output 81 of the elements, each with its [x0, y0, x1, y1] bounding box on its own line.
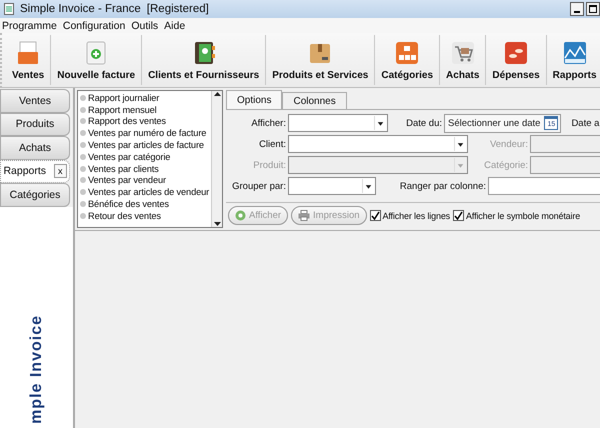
field-label: Date a: [571, 118, 600, 128]
field-label: Client:: [258, 138, 286, 150]
field-label: Date du:: [405, 118, 442, 128]
bullet-icon: [80, 94, 86, 101]
checkbox[interactable]: [370, 210, 381, 221]
scroll-down-icon[interactable]: [214, 221, 220, 227]
side-tab[interactable]: Catégories: [0, 183, 70, 206]
app-icon: [4, 3, 14, 15]
maximize-button[interactable]: [586, 2, 600, 16]
dropdown-arrow-icon: [362, 179, 374, 193]
report-list-item[interactable]: Ventes par catégorie: [80, 150, 209, 163]
scroll-up-icon[interactable]: [214, 91, 220, 97]
bullet-icon: [80, 154, 86, 160]
report-list-item[interactable]: Bénéfice des ventes: [80, 198, 209, 210]
field-label: Grouper par:: [231, 180, 286, 192]
field-label: Vendeur:: [488, 138, 528, 150]
form-tab[interactable]: Options: [226, 90, 282, 109]
field-label: Catégorie:: [483, 160, 528, 170]
report-list-item[interactable]: Ventes par numéro de facture: [80, 127, 209, 140]
report-list-item[interactable]: Ventes par articles de facture: [80, 139, 209, 151]
report-list-item[interactable]: Rapport journalier: [80, 92, 209, 104]
bullet-icon: [80, 189, 86, 196]
bullet-icon: [80, 177, 86, 184]
scrollbar[interactable]: [211, 91, 222, 227]
report-list-item[interactable]: Ventes par vendeur: [80, 174, 209, 186]
report-list-item[interactable]: Ventes par clients: [80, 162, 209, 175]
bullet-icon: [80, 106, 86, 113]
close-tab-button[interactable]: x: [54, 164, 67, 178]
report-list-item[interactable]: Rapport mensuel: [80, 104, 209, 116]
toolbar-button[interactable]: Catégories: [375, 35, 440, 85]
toolbar-button[interactable]: Dépenses: [486, 35, 547, 85]
toolbar-button[interactable]: Rapports: [546, 35, 600, 85]
field-label: Produit:: [252, 160, 286, 170]
gear-icon: [235, 210, 246, 221]
bullet-icon: [80, 212, 86, 219]
toolbar-button[interactable]: Achats: [440, 35, 486, 85]
logo-text: mple Invoice: [28, 315, 46, 424]
report-list-item[interactable]: Ventes par articles de vendeur: [80, 186, 209, 198]
bullet-icon: [80, 166, 86, 172]
dropdown-arrow-icon: [374, 116, 386, 130]
field-label: Ranger par colonne:: [398, 180, 486, 192]
bullet-icon: [80, 142, 86, 148]
dropdown-arrow-icon: [454, 137, 466, 151]
side-tab[interactable]: Achats: [0, 136, 70, 160]
checkbox-option[interactable]: Afficher le symbole monétaire: [453, 210, 580, 221]
form-tab[interactable]: Colonnes: [282, 92, 347, 109]
side-tab[interactable]: Produits: [0, 112, 70, 136]
report-list-item[interactable]: Retour des ventes: [80, 210, 209, 222]
input-field[interactable]: [530, 135, 600, 153]
dropdown-field[interactable]: [288, 114, 388, 132]
toolbar-button[interactable]: Ventes: [6, 35, 52, 85]
bullet-icon: [80, 118, 86, 124]
bullet-icon: [80, 130, 86, 136]
menu-item[interactable]: Configuration: [62, 20, 126, 32]
shopping-cart-icon: [450, 40, 476, 66]
minimize-button[interactable]: [570, 2, 584, 16]
input-field[interactable]: [530, 156, 600, 174]
field-label: Afficher:: [250, 118, 286, 128]
toolbar-button[interactable]: Clients et Fournisseurs: [142, 35, 266, 85]
checkbox-option[interactable]: Afficher les lignes: [370, 210, 450, 221]
menu-item[interactable]: Outils: [131, 20, 158, 32]
dropdown-arrow-icon: [454, 158, 466, 172]
bullet-icon: [80, 201, 86, 208]
chart-icon: [562, 40, 588, 66]
toolbar-button[interactable]: Produits et Services: [266, 35, 376, 85]
window-title: Simple Invoice - France: [20, 3, 141, 15]
menu-item[interactable]: Programme: [2, 20, 57, 32]
dropdown-field[interactable]: [288, 135, 468, 153]
dropdown-field[interactable]: [288, 156, 468, 174]
checkbox[interactable]: [453, 210, 464, 221]
toolbar-button[interactable]: Nouvelle facture: [51, 35, 142, 85]
report-list-item[interactable]: Rapport des ventes: [80, 116, 209, 128]
input-field[interactable]: [488, 177, 600, 195]
coins-icon: [503, 40, 530, 66]
printer-icon: [298, 210, 310, 221]
side-tab[interactable]: Ventes: [0, 89, 70, 112]
menu-item[interactable]: Aide: [164, 20, 186, 32]
side-tab[interactable]: Rapports x: [0, 160, 70, 183]
dropdown-field[interactable]: [288, 177, 376, 195]
registration-status: [Registered]: [146, 3, 209, 15]
hierarchy-icon: [394, 40, 420, 66]
